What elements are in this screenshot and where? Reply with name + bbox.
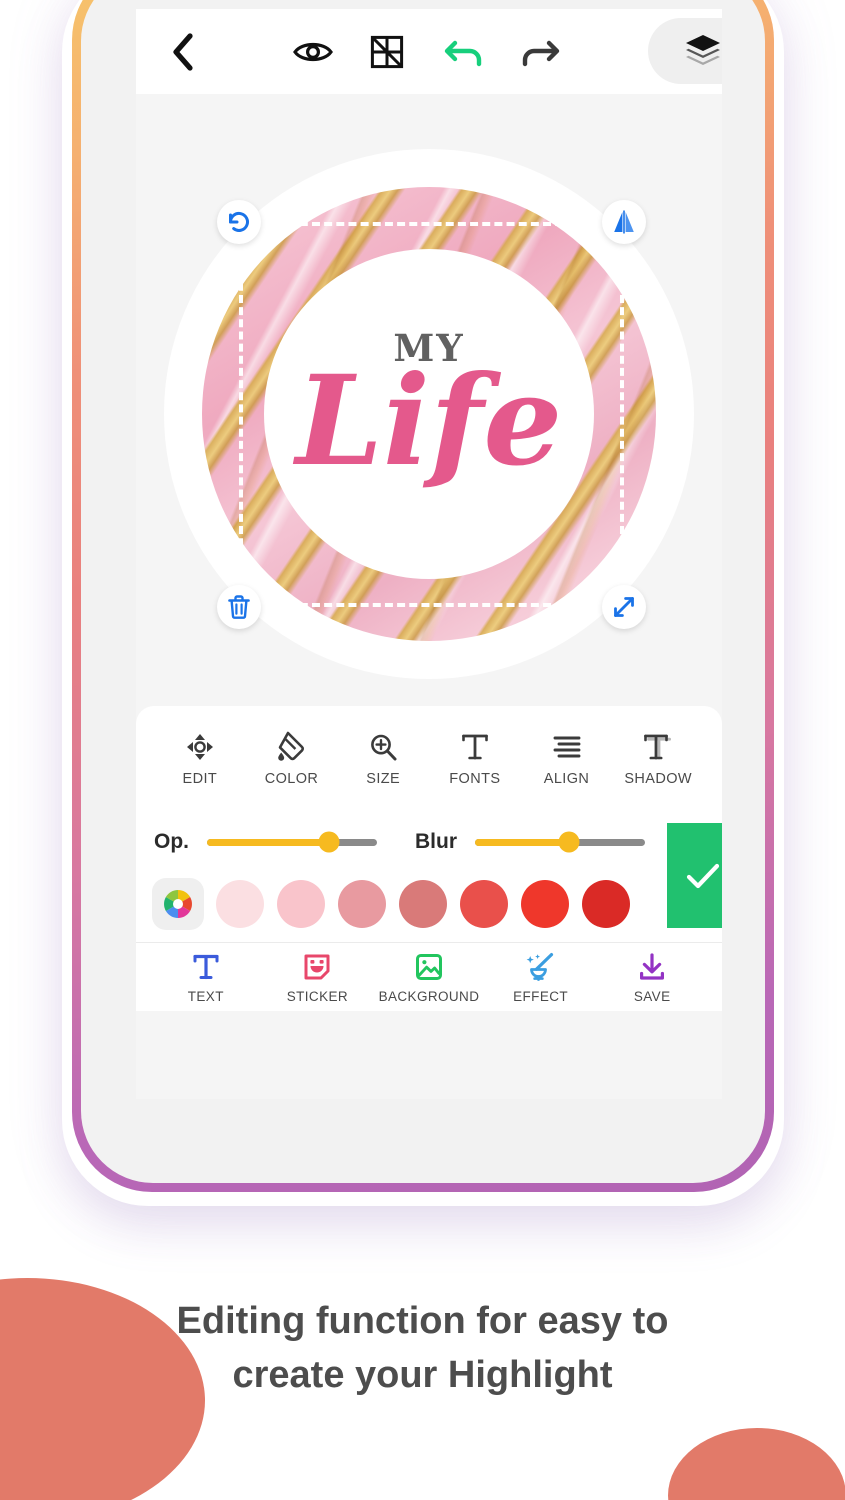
resize-handle[interactable] (602, 585, 646, 629)
phone-screen-area: MY Life EDIT COLOR SIZE FONTS ALIGN SHAD… (81, 0, 765, 1183)
undo-button[interactable] (436, 27, 492, 77)
rotate-icon (228, 212, 249, 232)
nav-effect-label: EFFECT (513, 989, 569, 1004)
flip-horizontal-icon (614, 210, 634, 234)
screenshot-root: MY Life EDIT COLOR SIZE FONTS ALIGN SHAD… (0, 0, 845, 1500)
text-shadow-icon (643, 728, 673, 762)
eye-icon (293, 42, 333, 62)
tool-fonts-label: FONTS (449, 771, 501, 787)
resize-diagonal-icon (614, 597, 634, 617)
tool-fonts[interactable]: FONTS (429, 728, 521, 787)
layers-stack-icon (686, 35, 720, 65)
trash-icon (228, 595, 250, 619)
blur-slider-knob[interactable] (558, 831, 579, 853)
decorative-blob-right (668, 1428, 845, 1500)
blur-slider-label: Blur (415, 830, 457, 853)
nav-sticker-label: STICKER (286, 989, 349, 1004)
top-toolbar (136, 9, 722, 94)
nav-effect[interactable]: EFFECT (485, 950, 597, 1004)
nav-text-label: TEXT (187, 989, 224, 1004)
redo-arrow-icon (522, 40, 560, 67)
opacity-slider-fill (207, 838, 330, 846)
color-swatch-row (136, 874, 722, 934)
editor-panel: EDIT COLOR SIZE FONTS ALIGN SHADOW Op. B… (136, 706, 722, 1011)
checkmark-icon (686, 863, 720, 888)
tool-color-label: COLOR (264, 771, 319, 787)
grid-transparency-icon (370, 35, 404, 69)
selection-box (239, 222, 624, 607)
delete-handle[interactable] (217, 585, 261, 629)
swatch-5[interactable] (460, 880, 508, 928)
color-wheel-icon (164, 890, 192, 918)
tool-shadow[interactable]: SHADOW (612, 728, 704, 787)
nav-save[interactable]: SAVE (596, 950, 708, 1004)
swatch-6[interactable] (521, 880, 569, 928)
paint-bucket-icon (277, 728, 307, 762)
opacity-slider[interactable] (207, 831, 377, 853)
tool-edit[interactable]: EDIT (154, 728, 246, 787)
text-tool-row: EDIT COLOR SIZE FONTS ALIGN SHADOW (136, 706, 722, 787)
nav-sticker[interactable]: STICKER (262, 950, 374, 1004)
bottom-nav: TEXT STICKER BACKGROUND EFFECT SAVE (136, 942, 722, 1011)
opacity-slider-knob[interactable] (318, 831, 340, 853)
nav-save-label: SAVE (633, 989, 671, 1004)
caption-line-1: Editing function for easy to (176, 1300, 669, 1342)
opacity-slider-label: Op. (154, 830, 189, 853)
swatch-7[interactable] (582, 880, 630, 928)
blur-slider-fill (475, 838, 569, 846)
back-button[interactable] (158, 27, 208, 77)
undo-arrow-icon (444, 40, 482, 67)
tool-align[interactable]: ALIGN (521, 728, 613, 787)
editor-canvas[interactable]: MY Life (136, 94, 722, 706)
tool-color[interactable]: COLOR (246, 728, 338, 787)
layers-button[interactable] (648, 18, 722, 84)
swatch-2[interactable] (277, 880, 325, 928)
zoom-in-icon (368, 728, 398, 762)
tool-edit-label: EDIT (182, 771, 218, 787)
back-chevron-icon (173, 33, 193, 71)
rotate-handle[interactable] (217, 200, 261, 244)
nav-background-label: BACKGROUND (378, 989, 480, 1004)
align-lines-icon (552, 728, 582, 762)
app-screen: MY Life EDIT COLOR SIZE FONTS ALIGN SHAD… (136, 9, 722, 1099)
confirm-button[interactable] (667, 823, 722, 928)
promo-caption: Editing function for easy to create your… (0, 1294, 845, 1403)
tool-size-label: SIZE (366, 771, 401, 787)
swatch-3[interactable] (338, 880, 386, 928)
tool-shadow-label: SHADOW (624, 771, 693, 787)
slider-row: Op. Blur (136, 818, 722, 866)
text-t-icon (461, 728, 489, 762)
move-arrows-icon (185, 728, 215, 762)
nav-text[interactable]: TEXT (150, 950, 262, 1004)
preview-button[interactable] (288, 27, 338, 77)
flip-handle[interactable] (602, 200, 646, 244)
nav-background[interactable]: BACKGROUND (373, 950, 485, 1004)
color-picker-button[interactable] (152, 878, 204, 930)
swatch-4[interactable] (399, 880, 447, 928)
tool-size[interactable]: SIZE (337, 728, 429, 787)
download-icon (637, 950, 667, 984)
caption-line-2: create your Highlight (232, 1354, 613, 1397)
image-icon (414, 950, 444, 984)
redo-button[interactable] (512, 27, 568, 77)
tool-align-label: ALIGN (543, 771, 590, 787)
text-icon (192, 950, 220, 984)
sticker-icon (302, 950, 332, 984)
swatch-1[interactable] (216, 880, 264, 928)
magic-wand-icon (525, 950, 557, 984)
blur-slider[interactable] (475, 831, 645, 853)
transparency-grid-button[interactable] (362, 27, 412, 77)
phone-frame: MY Life EDIT COLOR SIZE FONTS ALIGN SHAD… (72, 0, 774, 1192)
